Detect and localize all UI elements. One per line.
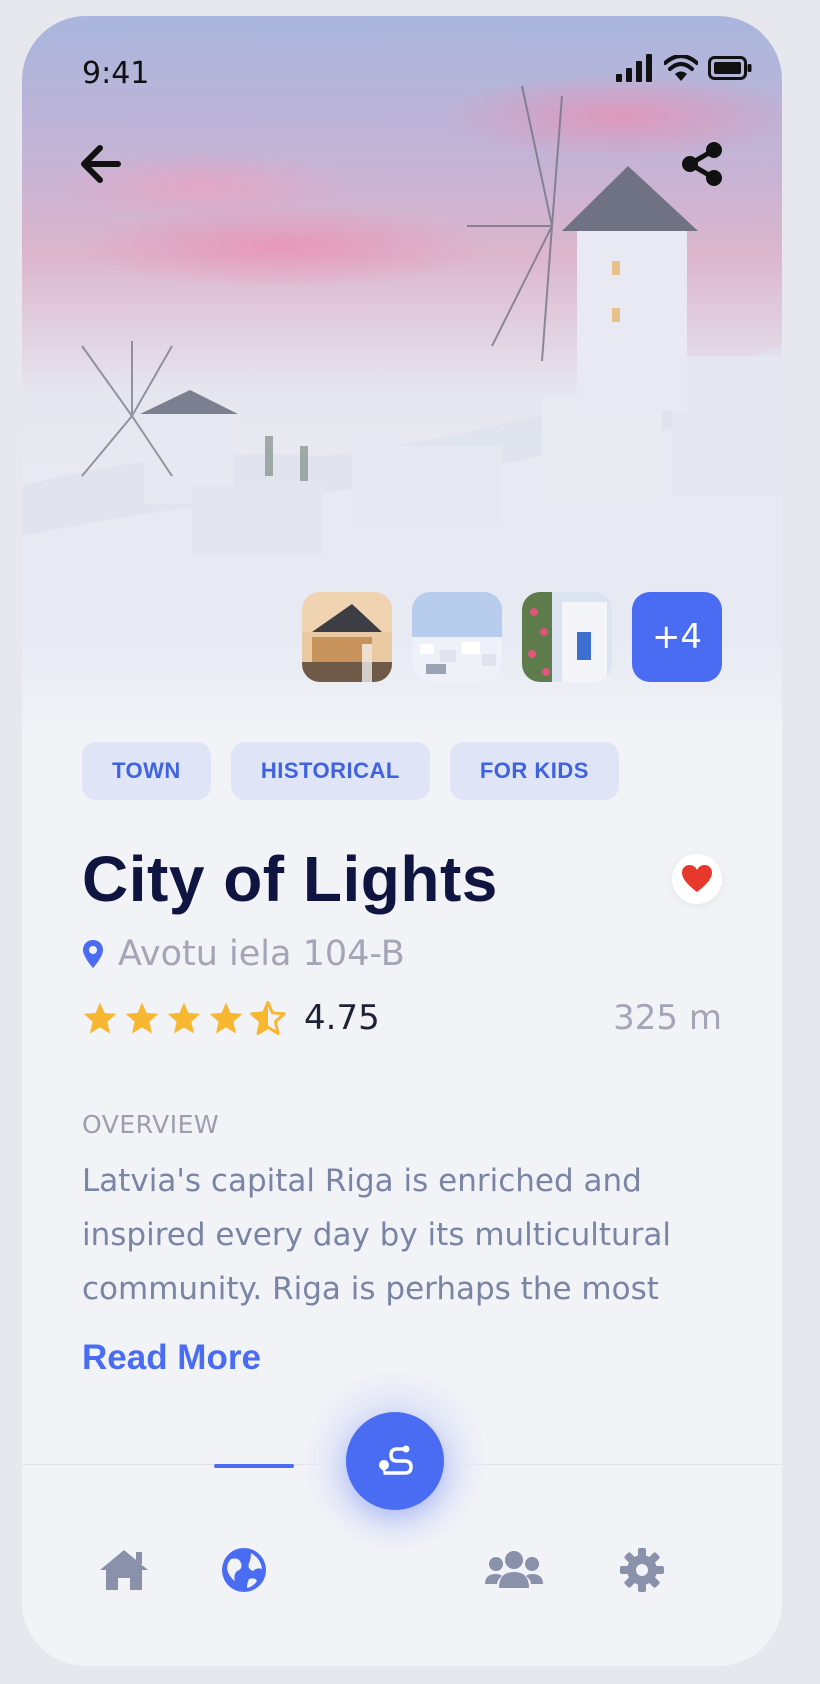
star-half-icon bbox=[250, 1001, 286, 1035]
gallery-thumb[interactable] bbox=[522, 592, 612, 682]
nav-explore[interactable] bbox=[214, 1540, 274, 1600]
gallery-thumb[interactable] bbox=[302, 592, 392, 682]
phone-screen: 9:41 +4 TOWN HISTORICAL FOR KIDS City of… bbox=[22, 16, 782, 1666]
photo-gallery: +4 bbox=[302, 592, 722, 682]
rating-value: 4.75 bbox=[304, 998, 380, 1038]
favorite-button[interactable] bbox=[672, 854, 722, 904]
location-pin-icon bbox=[83, 940, 103, 968]
read-more-link[interactable]: Read More bbox=[82, 1338, 261, 1378]
more-photos-label: +4 bbox=[651, 617, 703, 657]
route-button[interactable] bbox=[346, 1412, 444, 1510]
gear-icon bbox=[620, 1548, 664, 1592]
users-icon bbox=[485, 1551, 543, 1588]
system-icons bbox=[616, 54, 752, 82]
more-photos-button[interactable]: +4 bbox=[632, 592, 722, 682]
active-tab-indicator bbox=[214, 1464, 294, 1468]
tag-historical[interactable]: HISTORICAL bbox=[230, 742, 430, 800]
share-button[interactable] bbox=[676, 138, 728, 190]
star-icon bbox=[167, 1002, 201, 1034]
globe-icon bbox=[222, 1548, 266, 1592]
back-button[interactable] bbox=[74, 138, 126, 190]
tag-list: TOWN HISTORICAL FOR KIDS bbox=[82, 742, 619, 800]
place-title: City of Lights bbox=[82, 843, 498, 915]
address-row: Avotu iela 104-B bbox=[82, 934, 405, 974]
star-icon bbox=[125, 1002, 159, 1034]
nav-community[interactable] bbox=[484, 1540, 544, 1600]
nav-home[interactable] bbox=[94, 1540, 154, 1600]
route-icon bbox=[379, 1445, 413, 1475]
signal-icon bbox=[616, 54, 652, 82]
distance-text: 325 m bbox=[613, 998, 722, 1038]
arrow-left-icon bbox=[81, 145, 121, 183]
rating-row: 4.75 bbox=[82, 998, 380, 1038]
overview-text: Latvia's capital Riga is enriched and in… bbox=[82, 1163, 672, 1307]
overview-label: OVERVIEW bbox=[82, 1110, 220, 1139]
gallery-thumb[interactable] bbox=[412, 592, 502, 682]
star-icon bbox=[209, 1002, 243, 1034]
status-bar: 9:41 bbox=[22, 16, 782, 106]
heart-icon bbox=[682, 865, 712, 892]
tag-town[interactable]: TOWN bbox=[82, 742, 211, 800]
battery-icon bbox=[708, 56, 752, 80]
nav-settings[interactable] bbox=[612, 1540, 672, 1600]
share-icon bbox=[682, 142, 722, 186]
address-text: Avotu iela 104-B bbox=[118, 934, 405, 974]
tag-for-kids[interactable]: FOR KIDS bbox=[449, 742, 619, 800]
home-icon bbox=[100, 1550, 148, 1590]
hero-image: 9:41 +4 bbox=[22, 16, 782, 741]
wifi-icon bbox=[664, 55, 698, 81]
star-icon bbox=[83, 1002, 117, 1034]
status-time: 9:41 bbox=[82, 56, 150, 91]
